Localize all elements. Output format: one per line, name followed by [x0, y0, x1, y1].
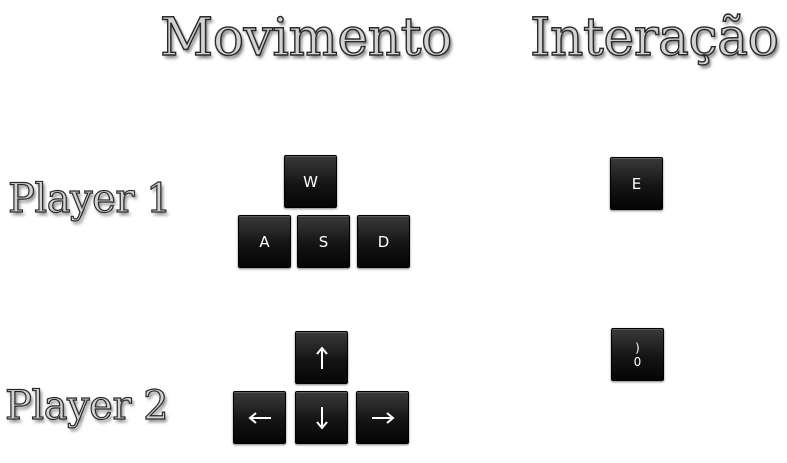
arrow-down-icon [315, 406, 328, 430]
key-a: A [238, 215, 291, 268]
key-arrow-down [295, 391, 348, 444]
player-2-label: Player 2 [4, 383, 169, 429]
movement-header: Movimento [159, 8, 453, 68]
interaction-header: Interação [529, 8, 779, 68]
arrow-right-icon [371, 411, 395, 424]
key-zero: ) 0 [611, 328, 664, 381]
key-s: S [297, 215, 350, 268]
key-d: D [357, 215, 410, 268]
key-zero-label: 0 [633, 354, 642, 369]
player-1-label: Player 1 [7, 176, 172, 222]
key-arrow-right [356, 391, 409, 444]
arrow-left-icon [247, 411, 271, 424]
key-arrow-left [233, 391, 286, 444]
key-w: W [284, 155, 337, 208]
key-zero-shift-label: ) [635, 340, 640, 355]
arrow-up-icon [315, 345, 328, 369]
key-e: E [610, 157, 663, 210]
key-arrow-up [295, 331, 348, 384]
